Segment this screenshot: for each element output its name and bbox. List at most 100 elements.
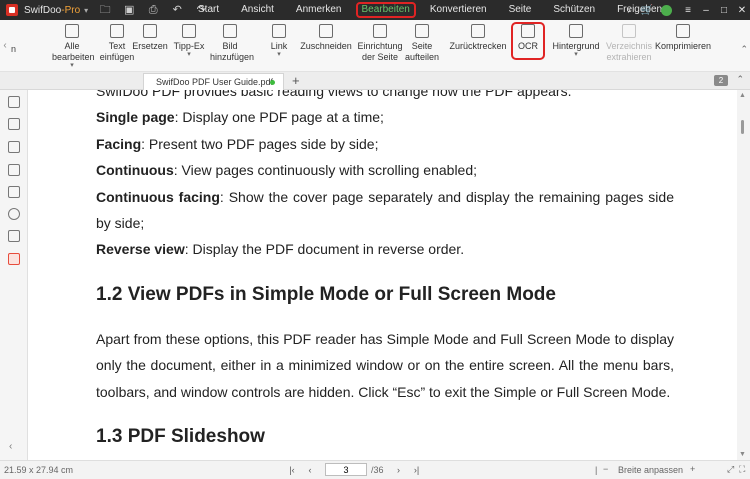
zoom-mode-label[interactable]: Breite anpassen (618, 465, 683, 475)
sidebar-collapse-icon[interactable]: ‹ (9, 441, 12, 452)
ribbon-label: Komprimieren (654, 41, 712, 51)
last-page-icon[interactable]: ›| (410, 465, 424, 475)
ribbon-komprimieren-button[interactable]: Komprimieren (651, 24, 715, 68)
ribbon-bild-button[interactable]: Bild hinzufügen (210, 24, 254, 68)
save-icon[interactable]: ▣ (122, 3, 136, 17)
dropdown-chevron-icon[interactable]: ▾ (52, 62, 92, 69)
left-sidebar: ‹ (0, 90, 28, 460)
dropdown-chevron-icon[interactable]: ▾ (552, 51, 600, 58)
whiteout-icon (182, 24, 196, 38)
ribbon-collapse-icon[interactable]: ⌃ (740, 44, 748, 55)
minimize-icon[interactable]: – (698, 5, 714, 16)
new-tab-button[interactable]: + (292, 72, 300, 89)
ribbon-zur-cktrecken-button[interactable]: Zurücktrecken (448, 24, 508, 68)
ribbon-label: Ersetzen (132, 41, 168, 51)
tab-anmerken[interactable]: Anmerken (288, 2, 350, 18)
maximize-icon[interactable]: □ (716, 5, 732, 16)
term-bold: Continuous facing (96, 188, 220, 205)
term-bold: Single page (96, 109, 175, 126)
document-view[interactable]: SwifDoo PDF provides basic reading views… (29, 90, 737, 460)
gift-icon[interactable] (8, 253, 20, 265)
attachment-icon[interactable] (8, 164, 20, 176)
app-menu-chevron-icon[interactable]: ▾ (84, 6, 88, 15)
page-number-input[interactable] (325, 463, 367, 476)
ribbon-label-line2: extrahieren (606, 52, 652, 62)
scroll-down-icon[interactable]: ▼ (739, 451, 746, 458)
bookmark-icon[interactable] (8, 96, 20, 108)
ribbon-verzeichnis-button: Verzeichnis extrahieren (605, 24, 653, 68)
tab-seite[interactable]: Seite (501, 2, 540, 18)
ribbon-label-line2: einfügen (99, 52, 135, 62)
menu-more-icon[interactable]: › (621, 5, 637, 16)
cart-icon[interactable]: 🛒 (639, 5, 655, 16)
ribbon-link-button[interactable]: Link ▾ (266, 24, 292, 68)
hamburger-menu-icon[interactable]: ≡ (680, 5, 696, 16)
app-logo-icon (6, 4, 18, 16)
tab-ansicht[interactable]: Ansicht (233, 2, 282, 18)
user-avatar[interactable] (661, 4, 672, 16)
image-gallery-icon[interactable] (8, 230, 20, 242)
dropdown-chevron-icon[interactable]: ▾ (172, 51, 206, 58)
close-icon[interactable]: ✕ (734, 5, 750, 16)
ribbon-scroll-left-icon[interactable]: ‹ (0, 40, 10, 51)
ribbon-label: Verzeichnis (605, 41, 653, 51)
ribbon-label-line2: der Seite (361, 52, 399, 62)
ribbon-label: Seite (411, 41, 433, 51)
scroll-up-icon[interactable]: ▲ (739, 92, 746, 99)
paragraph: Single page: Display one PDF page at a t… (96, 104, 674, 130)
ribbon-seite-button[interactable]: Seite aufteilen (404, 24, 440, 68)
vertical-scrollbar[interactable]: ▲ ▼ (737, 90, 750, 460)
ribbon-label-line2: aufteilen (404, 52, 440, 62)
tab-document[interactable]: SwifDoo PDF User Guide.pdf (143, 73, 284, 90)
word-count-icon[interactable] (8, 186, 20, 198)
page-size-label: 21.59 x 27.94 cm (4, 465, 74, 475)
dropdown-chevron-icon[interactable]: ▾ (266, 51, 292, 58)
paragraph-text: : Present two PDF pages side by side; (141, 135, 379, 152)
prev-page-icon[interactable]: ‹ (303, 465, 317, 475)
comment-icon[interactable] (8, 141, 20, 153)
open-file-icon[interactable]: 🗀 (98, 3, 112, 17)
toc-icon (622, 24, 636, 38)
ribbon-text-button[interactable]: Text einfügen (99, 24, 135, 68)
ribbon-label: Zuschneiden (300, 41, 352, 51)
next-page-icon[interactable]: › (392, 465, 406, 475)
first-page-icon[interactable]: |‹ (285, 465, 299, 475)
tab-start[interactable]: Start (190, 2, 227, 18)
tab-sch-tzen[interactable]: Schützen (545, 2, 603, 18)
fit-page-icon[interactable]: ⤢ (727, 464, 734, 475)
search-icon[interactable] (8, 208, 20, 220)
print-icon[interactable]: ⎙ (146, 3, 160, 17)
crop-icon (319, 24, 333, 38)
ribbon-label: Bild (222, 41, 238, 51)
zoom-out-icon[interactable]: − (603, 464, 608, 474)
thumbnails-icon[interactable] (8, 118, 20, 130)
undo-icon[interactable]: ↶ (170, 3, 184, 17)
compress-icon (676, 24, 690, 38)
ribbon-label: Zurücktrecken (449, 41, 507, 51)
ribbon-tipp-ex-button[interactable]: Tipp-Ex ▾ (172, 24, 206, 68)
chevron-up-icon[interactable]: ⌃ (736, 74, 744, 85)
document-page-content: SwifDoo PDF provides basic reading views… (96, 90, 674, 460)
paragraph-text: SwifDoo PDF provides basic reading views… (96, 90, 572, 99)
zoom-in-icon[interactable]: + (690, 464, 695, 474)
ribbon-truncated-label: n (11, 44, 17, 54)
ribbon-label: Alle (64, 41, 80, 51)
fullscreen-icon[interactable]: ⛶ (739, 464, 745, 475)
tab-konvertieren[interactable]: Konvertieren (422, 2, 495, 18)
tab-bearbeiten[interactable]: Bearbeiten (355, 2, 416, 18)
image-icon (223, 24, 237, 38)
link-icon (272, 24, 286, 38)
ribbon-hintergrund-button[interactable]: Hintergrund ▾ (552, 24, 600, 68)
ribbon-einrichtung-button[interactable]: Einrichtung der Seite (357, 24, 403, 68)
ribbon-ersetzen-button[interactable]: Ersetzen (132, 24, 168, 68)
section-heading: 1.3 PDF Slideshow (96, 426, 265, 448)
ocr-highlight-box (511, 22, 545, 60)
paragraph-text: : Display the PDF document in reverse or… (184, 241, 465, 258)
ribbon-alle-button[interactable]: Alle bearbeiten ▾ (52, 24, 95, 69)
ribbon-zuschneiden-button[interactable]: Zuschneiden (300, 24, 352, 68)
ribbon-label: Text (108, 41, 126, 51)
paragraph: Continuous facing: Show the cover page s… (96, 184, 674, 237)
scrollbar-thumb[interactable] (741, 120, 744, 134)
tab-count-badge[interactable]: 2 (714, 75, 728, 86)
tab-document-label: SwifDoo PDF User Guide.pdf (156, 77, 274, 87)
